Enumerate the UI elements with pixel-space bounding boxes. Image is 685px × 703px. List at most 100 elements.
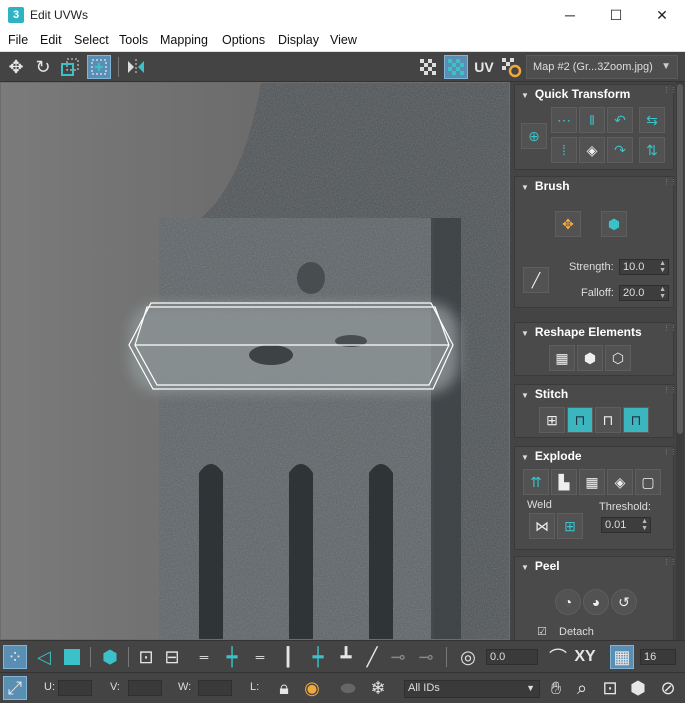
rotate-icon[interactable]: ↻ [31, 55, 55, 79]
maximize-button[interactable]: ☐ [593, 0, 639, 30]
settings-icon[interactable] [499, 55, 523, 79]
w-field[interactable] [198, 680, 232, 696]
vertex-mode-icon[interactable]: ⁘ [3, 645, 27, 669]
freeform-icon[interactable] [87, 55, 111, 79]
zoom-selected-icon[interactable]: ⊘ [656, 676, 680, 700]
stitch-to-target-icon[interactable]: ⊓ [567, 407, 593, 433]
menu-tools[interactable]: Tools [119, 33, 148, 47]
stitch-to-source-icon[interactable]: ⊓ [623, 407, 649, 433]
flip-horizontal-icon[interactable]: ⇆ [639, 107, 665, 133]
center-pivot-icon[interactable]: ⊕ [521, 123, 547, 149]
spinner-arrows-icon[interactable]: ▲ ▼ [641, 518, 648, 532]
break-by-smoothing-icon[interactable]: ▙ [551, 469, 577, 495]
reshape-elements-header[interactable]: ▼ Reshape Elements [515, 323, 673, 341]
weld-selected-icon[interactable]: ⋈ [529, 513, 555, 539]
menu-file[interactable]: File [8, 33, 28, 47]
falloff-spinner[interactable]: 20.0 ▲ ▼ [619, 285, 669, 301]
break-by-polygon-icon[interactable]: ⇈ [523, 469, 549, 495]
element-mode-icon[interactable]: ⬢ [98, 645, 122, 669]
zoom-extents-icon[interactable]: ⬢ [626, 676, 650, 700]
detach-checkbox[interactable]: ☑ [537, 625, 547, 638]
explode-header[interactable]: ▼ Explode [515, 447, 673, 465]
minimize-button[interactable]: ─ [547, 0, 593, 30]
brush-header[interactable]: ▼ Brush [515, 177, 673, 195]
strength-spinner[interactable]: 10.0 ▲ ▼ [619, 259, 669, 275]
edge-mode-icon[interactable]: ◁ [32, 645, 56, 669]
menu-mapping[interactable]: Mapping [160, 33, 208, 47]
shrink-selection-icon[interactable]: ⊟ [160, 645, 184, 669]
scrollbar-thumb[interactable] [677, 84, 683, 434]
soft-selection-icon[interactable]: ◎ [456, 645, 480, 669]
spinner-arrows-icon[interactable]: ▲ ▼ [659, 286, 666, 300]
quick-peel-icon[interactable]: ◔ [555, 589, 581, 615]
pan-icon[interactable]: ✋︎ [544, 676, 568, 700]
show-hidden-icon[interactable]: ◉ [300, 676, 324, 700]
falloff-curve-icon[interactable]: ⌒ [546, 645, 570, 669]
material-ids-dropdown[interactable]: All IDs ▼ [404, 680, 540, 698]
uv-editor-viewport[interactable] [0, 82, 510, 640]
weld-all-icon[interactable]: ⊞ [557, 513, 583, 539]
texture-display-icon[interactable] [444, 55, 468, 79]
space-horizontal-icon[interactable]: ⁞ [551, 137, 577, 163]
menu-display[interactable]: Display [278, 33, 319, 47]
align-vertical-icon[interactable]: ‖ [579, 107, 605, 133]
ring-select-icon[interactable]: ═ [248, 645, 272, 669]
align-horizontal-icon[interactable]: ⋯ [551, 107, 577, 133]
v-field[interactable] [128, 680, 162, 696]
u-field[interactable] [58, 680, 92, 696]
scale-icon[interactable] [58, 55, 82, 79]
checker-pattern-icon[interactable] [416, 55, 440, 79]
move-icon[interactable]: ✥ [4, 55, 28, 79]
straighten-icon[interactable]: ▦ [549, 345, 575, 371]
mirror-icon[interactable] [124, 55, 148, 79]
uv-label[interactable]: UV [472, 55, 496, 79]
zoom-region-icon[interactable]: ⊡ [598, 676, 622, 700]
paint-shrink-icon[interactable]: ⊸ [414, 645, 438, 669]
grid-snap-icon[interactable]: ▦ [610, 645, 634, 669]
close-button[interactable]: ✕ [639, 0, 685, 30]
brush-icon[interactable]: ╱ [360, 645, 384, 669]
loop-grow-icon[interactable]: ┿ [220, 645, 244, 669]
loop-select-icon[interactable]: ═ [192, 645, 216, 669]
relax-icon[interactable]: ⬢ [577, 345, 603, 371]
reset-peel-icon[interactable]: ↺ [611, 589, 637, 615]
lock-icon[interactable]: 🔒︎ [272, 676, 296, 700]
flip-vertical-icon[interactable]: ⇅ [639, 137, 665, 163]
brush-falloff-icon[interactable]: ╱ [523, 267, 549, 293]
peel-mode-icon[interactable]: ◕ [583, 589, 609, 615]
soft-selection-value-field[interactable]: 0.0 [486, 649, 538, 665]
zoom-icon[interactable]: ⌕ [570, 676, 594, 700]
rotate-ccw-icon[interactable]: ↶ [607, 107, 633, 133]
face-mode-icon[interactable] [60, 645, 84, 669]
hide-icon[interactable]: ⬬ [336, 676, 360, 700]
explode-options-icon[interactable]: ▢ [635, 469, 661, 495]
menu-edit[interactable]: Edit [40, 33, 62, 47]
menu-view[interactable]: View [330, 33, 357, 47]
absolute-relative-toggle-icon[interactable]: ⤢ [3, 676, 27, 700]
map-select-dropdown[interactable]: Map #2 (Gr...3Zoom.jpg) ▼ [526, 55, 678, 79]
grow-selection-icon[interactable]: ⊡ [134, 645, 158, 669]
rotate-cw-icon[interactable]: ↷ [607, 137, 633, 163]
stitch-average-icon[interactable]: ⊓ [595, 407, 621, 433]
relax-options-icon[interactable]: ⬡ [605, 345, 631, 371]
peel-header[interactable]: ▼ Peel [515, 557, 673, 575]
relax-brush-icon[interactable]: ⬢ [601, 211, 627, 237]
menu-options[interactable]: Options [222, 33, 265, 47]
paint-grow-icon[interactable]: ⊸ [386, 645, 410, 669]
ring-shrink-icon[interactable]: ┿ [306, 645, 330, 669]
ring-grow-icon[interactable]: ┃ [276, 645, 300, 669]
freeze-icon[interactable]: ❄ [366, 676, 390, 700]
menu-select[interactable]: Select [74, 33, 109, 47]
stitch-custom-icon[interactable]: ⊞ [539, 407, 565, 433]
threshold-spinner[interactable]: 0.01 ▲ ▼ [601, 517, 651, 533]
quick-transform-header[interactable]: ▼ Quick Transform [515, 85, 673, 103]
panel-scrollbar[interactable] [676, 82, 684, 640]
xy-axis-label[interactable]: XY [570, 645, 600, 669]
paint-move-brush-icon[interactable]: ✥ [555, 211, 581, 237]
spinner-arrows-icon[interactable]: ▲ ▼ [659, 260, 666, 274]
align-to-grid-icon[interactable]: ◈ [579, 137, 605, 163]
break-by-material-icon[interactable]: ▦ [579, 469, 605, 495]
stitch-header[interactable]: ▼ Stitch [515, 385, 673, 403]
paint-select-icon[interactable]: ┻ [334, 645, 358, 669]
grid-value-field[interactable]: 16 [640, 649, 676, 665]
